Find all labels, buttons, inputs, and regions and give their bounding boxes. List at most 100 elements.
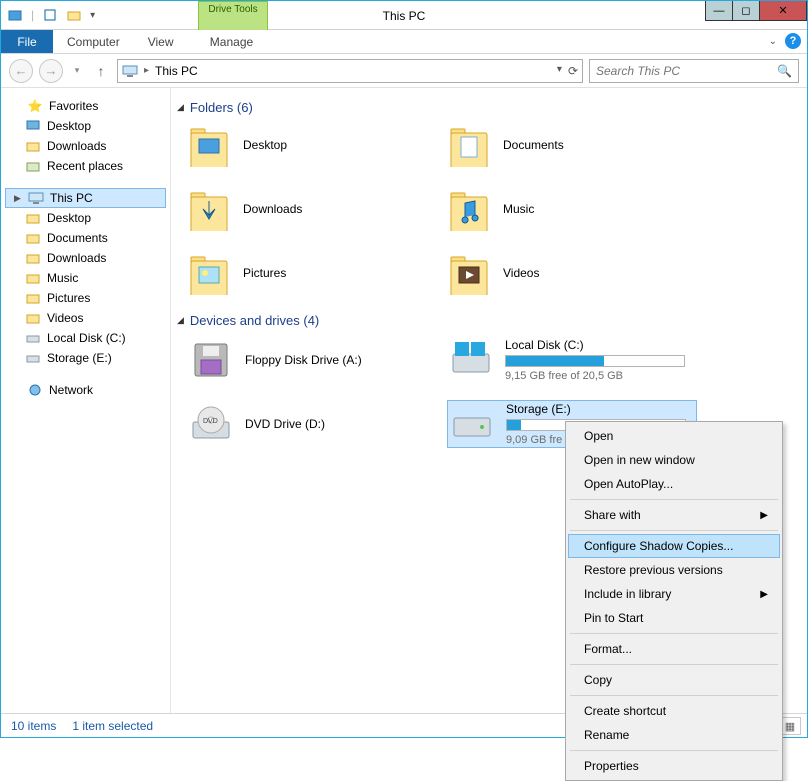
section-drives-header[interactable]: ◢ Devices and drives (4) xyxy=(177,313,801,328)
sidebar-item-label: Storage (E:) xyxy=(47,351,112,365)
drive-floppy-a[interactable]: Floppy Disk Drive (A:) xyxy=(187,336,447,384)
manage-tab[interactable]: Manage xyxy=(196,30,266,53)
status-item-count: 10 items xyxy=(11,719,56,733)
search-input[interactable] xyxy=(596,64,771,78)
capacity-text: 9,15 GB free of 20,5 GB xyxy=(505,370,685,382)
sidebar-favorites[interactable]: ⭐ Favorites xyxy=(5,96,166,116)
folder-downloads[interactable]: Downloads xyxy=(187,187,447,231)
context-menu-item[interactable]: Create shortcut xyxy=(568,699,780,723)
sidebar-item-pictures[interactable]: Pictures xyxy=(5,288,166,308)
sidebar-label: Favorites xyxy=(49,99,98,113)
context-menu-item[interactable]: Rename xyxy=(568,723,780,747)
search-box[interactable]: 🔍 xyxy=(589,59,799,83)
section-folders-header[interactable]: ◢ Folders (6) xyxy=(177,100,801,115)
drive-local-c[interactable]: Local Disk (C:) 9,15 GB free of 20,5 GB xyxy=(447,336,697,384)
item-label: Music xyxy=(503,202,534,216)
minimize-button[interactable]: — xyxy=(705,1,733,21)
context-menu-label: Rename xyxy=(584,728,629,742)
sidebar-item-label: Pictures xyxy=(47,291,90,305)
folder-music[interactable]: Music xyxy=(447,187,707,231)
context-menu-item[interactable]: Open AutoPlay... xyxy=(568,472,780,496)
help-icon[interactable]: ? xyxy=(785,33,801,49)
drive-icon xyxy=(450,402,494,446)
address-dropdown-icon[interactable]: ▾ xyxy=(557,64,562,78)
chevron-right-icon: ▶ xyxy=(760,510,768,521)
item-label: Documents xyxy=(503,138,564,152)
context-menu-label: Properties xyxy=(584,759,639,773)
context-menu-label: Include in library xyxy=(584,587,671,601)
sidebar-item-localdisk-c[interactable]: Local Disk (C:) xyxy=(5,328,166,348)
window-controls: — ◻ ✕ xyxy=(706,1,807,21)
collapse-icon[interactable]: ◢ xyxy=(177,102,184,113)
sidebar-item-downloads[interactable]: Downloads xyxy=(5,136,166,156)
folder-icon xyxy=(447,123,491,167)
new-folder-qat-icon[interactable] xyxy=(66,7,82,23)
view-tab[interactable]: View xyxy=(134,30,188,53)
item-label: Desktop xyxy=(243,138,287,152)
folder-icon xyxy=(187,187,231,231)
folder-icon xyxy=(25,250,41,266)
back-button[interactable]: ← xyxy=(9,59,33,83)
context-menu-item[interactable]: Copy xyxy=(568,668,780,692)
ribbon-expand-icon[interactable]: ⌄ xyxy=(769,36,777,47)
refresh-icon[interactable]: ⟳ xyxy=(568,64,578,78)
sidebar-thispc[interactable]: ▶ This PC xyxy=(5,188,166,208)
sidebar-item-videos[interactable]: Videos xyxy=(5,308,166,328)
sidebar-network[interactable]: Network xyxy=(5,380,166,400)
sidebar-item-storage-e[interactable]: Storage (E:) xyxy=(5,348,166,368)
dvd-icon: DVD xyxy=(189,402,233,446)
context-menu-item[interactable]: Open xyxy=(568,424,780,448)
item-label: DVD Drive (D:) xyxy=(245,417,325,431)
sidebar-item-desktop[interactable]: Desktop xyxy=(5,208,166,228)
folder-icon xyxy=(25,290,41,306)
context-menu-separator xyxy=(570,633,778,634)
context-menu-label: Open AutoPlay... xyxy=(584,477,673,491)
navigation-bar: ← → ▾ ↑ ▸ This PC ▾ ⟳ 🔍 xyxy=(1,54,807,88)
context-menu-item[interactable]: Share with▶ xyxy=(568,503,780,527)
sidebar-item-documents[interactable]: Documents xyxy=(5,228,166,248)
folder-pictures[interactable]: Pictures xyxy=(187,251,447,295)
folder-icon xyxy=(187,251,231,295)
quick-access-toolbar: | ▾ xyxy=(1,1,101,29)
qat-dropdown-icon[interactable]: ▾ xyxy=(90,10,95,21)
collapse-icon[interactable]: ◢ xyxy=(177,315,184,326)
maximize-button[interactable]: ◻ xyxy=(732,1,760,21)
sidebar-item-desktop[interactable]: Desktop xyxy=(5,116,166,136)
drive-dvd-d[interactable]: DVD DVD Drive (D:) xyxy=(187,400,447,448)
context-menu-item[interactable]: Restore previous versions xyxy=(568,558,780,582)
chevron-down-icon[interactable]: ▶ xyxy=(14,193,22,204)
floppy-icon xyxy=(189,338,233,382)
search-icon[interactable]: 🔍 xyxy=(777,64,792,78)
properties-qat-icon[interactable] xyxy=(42,7,58,23)
chevron-right-icon[interactable]: ▸ xyxy=(144,65,149,76)
navigation-pane: ⭐ Favorites Desktop Downloads Recent pl xyxy=(1,88,171,713)
drive-icon xyxy=(25,330,41,346)
address-bar[interactable]: ▸ This PC ▾ ⟳ xyxy=(117,59,583,83)
close-button[interactable]: ✕ xyxy=(759,1,807,21)
context-menu-item[interactable]: Configure Shadow Copies... xyxy=(568,534,780,558)
capacity-bar xyxy=(505,355,685,367)
sidebar-item-music[interactable]: Music xyxy=(5,268,166,288)
status-selected: 1 item selected xyxy=(72,719,153,733)
sidebar-item-recent[interactable]: Recent places xyxy=(5,156,166,176)
forward-button[interactable]: → xyxy=(39,59,63,83)
app-icon[interactable] xyxy=(7,7,23,23)
folder-documents[interactable]: Documents xyxy=(447,123,707,167)
context-menu-item[interactable]: Format... xyxy=(568,637,780,661)
context-menu-item[interactable]: Include in library▶ xyxy=(568,582,780,606)
context-menu-item[interactable]: Properties xyxy=(568,754,780,778)
recent-locations-icon[interactable]: ▾ xyxy=(69,59,85,83)
context-menu-item[interactable]: Open in new window xyxy=(568,448,780,472)
file-tab[interactable]: File xyxy=(1,30,53,53)
context-menu-separator xyxy=(570,499,778,500)
sidebar-item-label: Music xyxy=(47,271,78,285)
sidebar-item-label: Downloads xyxy=(47,251,106,265)
up-button[interactable]: ↑ xyxy=(91,61,111,81)
folder-desktop[interactable]: Desktop xyxy=(187,123,447,167)
sidebar-item-downloads[interactable]: Downloads xyxy=(5,248,166,268)
item-label: Floppy Disk Drive (A:) xyxy=(245,353,362,367)
computer-tab[interactable]: Computer xyxy=(53,30,134,53)
context-menu-item[interactable]: Pin to Start xyxy=(568,606,780,630)
folder-videos[interactable]: Videos xyxy=(447,251,707,295)
folder-icon xyxy=(25,230,41,246)
